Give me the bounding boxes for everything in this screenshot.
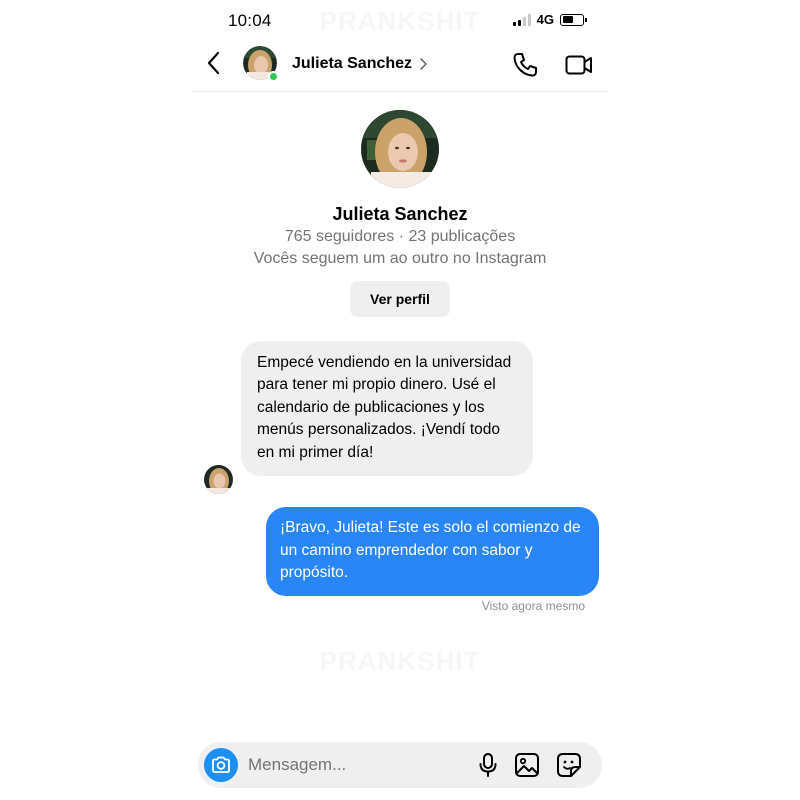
message-input[interactable] (248, 753, 448, 777)
incoming-message[interactable]: Empecé vendiendo en la universidad para … (241, 341, 533, 477)
signal-icon (512, 13, 531, 26)
camera-icon (212, 756, 230, 773)
profile-stats: 765 seguidores · 23 publicações (284, 228, 516, 245)
status-indicators: 4G (512, 12, 587, 27)
avatar[interactable] (243, 46, 279, 82)
status-time: 10:04 (228, 11, 272, 30)
seen-status: Visto agora mesmo (481, 599, 585, 613)
chevron-right-icon[interactable] (418, 56, 428, 72)
chevron-left-icon (207, 51, 220, 75)
network-type: 4G (536, 12, 554, 27)
watermark-bottom: PRANKSHIT (192, 646, 608, 677)
follow-status: Vocês seguem um ao outro no Instagram (253, 250, 547, 267)
video-call-button[interactable] (564, 50, 594, 85)
online-indicator (268, 71, 279, 82)
microphone-icon (479, 753, 497, 777)
view-profile-button[interactable]: Ver perfil (350, 281, 450, 317)
chat-header: Julieta Sanchez (192, 40, 608, 92)
call-button[interactable] (510, 50, 540, 85)
battery-icon (560, 13, 587, 26)
profile-name: Julieta Sanchez (332, 204, 468, 224)
sender-avatar[interactable] (204, 465, 233, 494)
outgoing-message[interactable]: ¡Bravo, Julieta! Este es solo el comienz… (266, 507, 599, 596)
back-button[interactable] (202, 48, 226, 78)
chat-screen: 10:04 4G PRANKSHIT (192, 0, 608, 800)
camera-button[interactable] (204, 748, 238, 782)
profile-avatar[interactable] (361, 110, 439, 188)
video-camera-icon (565, 55, 592, 75)
voice-message-button[interactable] (476, 752, 500, 783)
sticker-icon (557, 753, 581, 777)
message-composer (198, 742, 602, 788)
phone-icon (513, 53, 537, 77)
contact-name[interactable]: Julieta Sanchez (292, 55, 412, 73)
image-icon (515, 753, 539, 777)
sticker-button[interactable] (556, 752, 582, 783)
gallery-button[interactable] (514, 752, 540, 783)
